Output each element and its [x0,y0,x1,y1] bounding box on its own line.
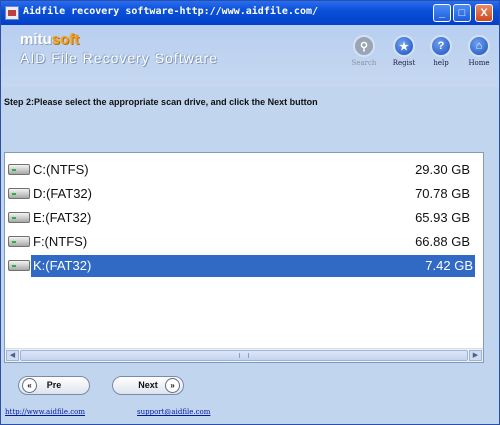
drive-size: 7.42 GB [425,258,473,273]
app-window: Aidfile recovery software-http://www.aid… [0,0,500,425]
drive-row[interactable]: C:(NTFS) 29.30 GB [5,159,470,181]
previous-button[interactable]: « Pre [18,376,90,395]
hard-drive-icon [8,188,30,199]
drive-name: C:(NTFS) [33,162,89,177]
logo-text-mitu: mitu [20,31,52,48]
help-label: help [433,59,449,67]
home-icon: ⌂ [468,35,490,57]
maximize-button[interactable]: □ [453,4,471,22]
app-icon[interactable] [5,6,19,20]
window-title: Aidfile recovery software-http://www.aid… [23,6,319,17]
search-icon: ⚲ [353,35,375,57]
hard-drive-icon [8,260,30,271]
register-icon: ★ [393,35,415,57]
close-button[interactable]: X [475,4,493,22]
drive-row[interactable]: E:(FAT32) 65.93 GB [5,207,470,229]
drive-row[interactable]: F:(NTFS) 66.88 GB [5,231,470,253]
hard-drive-icon [8,212,30,223]
drive-size: 66.88 GB [415,234,470,249]
website-link[interactable]: http://www.aidfile.com [5,408,85,416]
product-name: AID File Recovery Software [20,50,218,66]
regist-label: Regist [392,59,416,67]
search-label: Search [351,59,377,67]
drive-list[interactable]: C:(NTFS) 29.30 GB D:(FAT32) 70.78 GB E:(… [4,152,484,363]
horizontal-scrollbar[interactable]: ◀ ▶ [5,348,483,362]
brand-logo: mitusoft [20,31,79,48]
drive-name: E:(FAT32) [33,210,92,225]
drive-name: F:(NTFS) [33,234,88,249]
regist-button[interactable]: ★ Regist [384,35,424,67]
drive-row[interactable]: D:(FAT32) 70.78 GB [5,183,470,205]
hard-drive-icon [8,164,30,175]
home-label: Home [468,59,490,67]
selection-highlight [31,255,475,277]
drive-row-selected[interactable]: K:(FAT32) 7.42 GB [5,255,475,277]
search-button[interactable]: ⚲ Search [344,35,384,67]
logo-text-soft: soft [51,31,80,48]
step-instruction: Step 2:Please select the appropriate sca… [4,97,318,107]
next-button[interactable]: » Next [112,376,184,395]
app-header: mitusoft AID File Recovery Software ⚲ Se… [1,25,499,87]
next-label: Next [138,380,158,390]
support-email-link[interactable]: support@aidfile.com [137,408,210,416]
drive-name: K:(FAT32) [33,258,92,273]
drive-size: 29.30 GB [415,162,470,177]
drive-size: 70.78 GB [415,186,470,201]
minimize-button[interactable]: _ [433,4,451,22]
home-button[interactable]: ⌂ Home [459,35,499,67]
previous-label: Pre [46,380,62,390]
title-bar[interactable]: Aidfile recovery software-http://www.aid… [1,1,499,25]
help-icon: ? [430,35,452,57]
drive-size: 65.93 GB [415,210,470,225]
drive-name: D:(FAT32) [33,186,92,201]
scrollbar-thumb[interactable] [20,350,468,361]
hard-drive-icon [8,236,30,247]
scroll-right-arrow-icon[interactable]: ▶ [469,350,482,361]
scroll-left-arrow-icon[interactable]: ◀ [6,350,19,361]
help-button[interactable]: ? help [421,35,461,67]
